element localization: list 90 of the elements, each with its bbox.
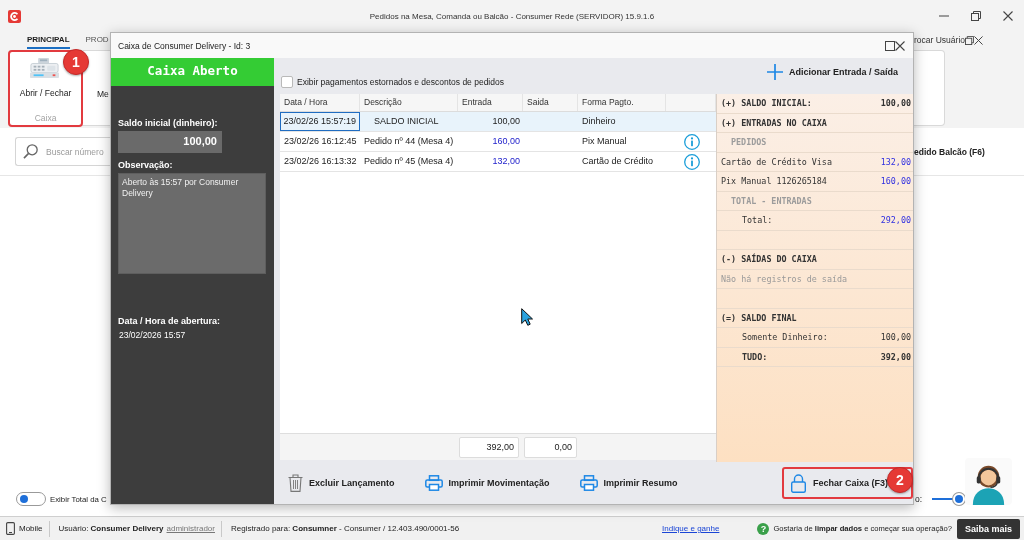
table-cell: 23/02/26 15:57:19 — [280, 112, 360, 131]
table-row[interactable]: 23/02/26 16:12:45 Pedido nº 44 (Mesa 4) 160,00 Pix Manual — [280, 132, 716, 152]
table-cell-text: 132,00 — [491, 155, 521, 168]
maximize-icon[interactable] — [885, 40, 895, 51]
info-icon[interactable] — [683, 133, 700, 150]
device-label: Mobile — [19, 524, 43, 533]
checkbox-label[interactable]: Exibir pagamentos estornados e descontos de pedidos — [297, 77, 504, 87]
registration-info: Registrado para: Consumner - Consumer / 12.403.490/0001-56 — [231, 524, 460, 533]
trash-icon — [288, 474, 303, 492]
add-entry-button[interactable]: Adicionar Entrada / Saída — [766, 64, 898, 80]
summary-label: Não há registros de saída — [721, 273, 848, 284]
app-logo-icon — [8, 9, 21, 23]
summary-label: (+) SALDO INICIAL: — [721, 98, 812, 109]
column-header: Forma Pagto. — [578, 94, 666, 111]
learn-more-button[interactable]: Saiba mais — [956, 518, 1020, 539]
table-row[interactable]: 23/02/26 15:57:19 SALDO INICIAL 100,00 Dinheiro — [280, 112, 716, 132]
print-button[interactable]: Imprimir Movimentação — [424, 475, 550, 491]
ribbon-button[interactable]: Me — [97, 89, 109, 99]
column-header: Descrição — [360, 94, 458, 111]
table-cell-text: Pedido nº 45 (Mesa 4) — [363, 155, 455, 168]
summary-value: 392,00 — [880, 351, 911, 362]
field-label: Observação: — [118, 160, 173, 170]
window-title: Pedidos na Mesa, Comanda ou Balcão - Consumer Rede (SERVIDOR) 15.9.1.6 — [369, 11, 655, 21]
info-icon[interactable] — [683, 153, 700, 170]
total-field: 0,00 — [524, 436, 577, 458]
slider-label: o: — [915, 494, 923, 504]
table-cell-text: Pix Manual — [581, 135, 628, 148]
opening-date: 23/02/2026 15:57 — [119, 330, 186, 340]
table-cell-text: 23/02/26 16:13:32 — [283, 155, 358, 168]
table-cell-text: Cartão de Crédito — [581, 155, 655, 168]
toggle-switch[interactable] — [16, 492, 46, 506]
total-field: 392,00 — [459, 436, 519, 458]
table-cell-text: Pedido nº 44 (Mesa 4) — [363, 135, 455, 148]
printer-icon — [424, 475, 443, 491]
dialog-title: Caixa de Consumer Delivery - Id: 3 — [118, 40, 251, 51]
mouse-cursor-icon — [521, 308, 533, 326]
summary-label: (-) SAÍDAS DO CAIXA — [721, 254, 817, 265]
close-icon[interactable] — [974, 35, 984, 45]
summary-label: Total: — [741, 215, 773, 226]
referral-link[interactable]: Indique e ganhe — [662, 524, 720, 533]
summary-label: (=) SALDO FINAL — [721, 312, 797, 323]
summary-value: 100,00 — [880, 332, 911, 343]
column-header: Saida — [523, 94, 578, 111]
phone-icon — [6, 522, 15, 535]
column-header: Entrada — [458, 94, 523, 111]
slider-thumb[interactable] — [953, 493, 966, 505]
cash-register-icon — [30, 58, 59, 78]
summary-label: (+) ENTRADAS NO CAIXA — [721, 117, 827, 128]
table-cell-text: Dinheiro — [581, 115, 617, 128]
printer-icon — [579, 475, 598, 491]
summary-label: TUDO: — [741, 351, 768, 362]
search-icon — [23, 144, 38, 159]
summary-label: Somente Dinheiro: — [741, 332, 828, 343]
ribbon-group-label: Caixa — [34, 113, 57, 125]
switch-user-link[interactable]: rocar Usuário — [914, 35, 966, 45]
cash-status-banner: Caixa Aberto — [111, 58, 274, 86]
print-button[interactable]: Imprimir Resumo — [579, 475, 678, 491]
summary-value: 160,00 — [880, 176, 911, 187]
order-button[interactable]: edido Balcão (F6) — [914, 146, 985, 157]
ribbon-tab[interactable]: PROD — [85, 32, 109, 49]
summary-value: 292,00 — [880, 215, 911, 226]
summary-label: Cartão de Crédito Visa — [721, 156, 832, 167]
summary-label: Pix Manual 1126265184 — [721, 176, 827, 187]
opening-balance-field: 100,00 — [118, 131, 222, 153]
field-label: Data / Hora de abertura: — [118, 316, 221, 326]
note-field: Aberto às 15:57 por Consumer Delivery — [118, 173, 266, 274]
column-header: Data / Hora — [280, 94, 360, 111]
open-close-cash-button[interactable]: Abrir / Fechar — [19, 88, 72, 98]
summary-value: 132,00 — [880, 156, 911, 167]
user-info: Usuário: Consumer Delivery — [58, 524, 164, 533]
table-cell-text: SALDO INICIAL — [373, 115, 440, 128]
close-icon[interactable] — [1003, 11, 1013, 21]
table-cell-text: 100,00 — [491, 115, 521, 128]
lock-icon — [791, 473, 806, 493]
role-link[interactable]: administrador — [166, 524, 215, 533]
summary-label: TOTAL - ENTRADAS — [730, 195, 812, 206]
field-label: Saldo inicial (dinheiro): — [118, 118, 218, 128]
restore-icon[interactable] — [971, 11, 981, 21]
delete-button[interactable]: Excluir Lançamento — [288, 474, 395, 492]
ribbon-tab[interactable]: PRINCIPAL — [27, 32, 70, 49]
plus-icon — [766, 64, 783, 80]
summary-label: PEDIDOS — [730, 137, 767, 148]
filter-checkbox[interactable] — [281, 76, 293, 88]
restore-icon[interactable] — [965, 35, 975, 45]
table-cell-text: 160,00 — [491, 135, 521, 148]
callout-badge: 1 — [63, 49, 89, 75]
table-row[interactable]: 23/02/26 16:13:32 Pedido nº 45 (Mesa 4) 132,00 Cartão de Crédito — [280, 152, 716, 172]
close-icon[interactable] — [895, 40, 905, 51]
summary-value: 100,00 — [880, 98, 911, 109]
table-cell-text: 23/02/26 16:12:45 — [283, 135, 358, 148]
